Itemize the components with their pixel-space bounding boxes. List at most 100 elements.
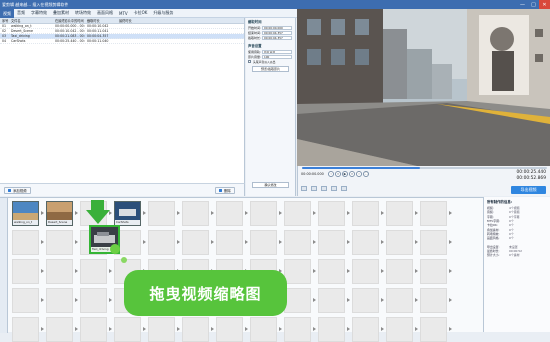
property-value-field[interactable]: 100 <box>262 54 292 59</box>
crop-icon[interactable] <box>321 186 327 191</box>
sequence-arrow-icon <box>381 240 384 244</box>
empty-slot[interactable] <box>318 317 345 342</box>
empty-slot[interactable] <box>284 317 311 342</box>
empty-slot[interactable] <box>284 201 311 226</box>
step-back-icon[interactable]: ‹ <box>328 171 334 177</box>
add-video-button[interactable]: 添加视频 <box>4 187 31 194</box>
empty-slot[interactable] <box>46 317 73 342</box>
empty-slot[interactable] <box>80 259 107 284</box>
empty-slot[interactable] <box>46 230 73 255</box>
empty-slot[interactable] <box>46 288 73 313</box>
empty-slot[interactable] <box>318 288 345 313</box>
empty-slot[interactable] <box>182 230 209 255</box>
empty-slot[interactable] <box>114 317 141 342</box>
empty-slot[interactable] <box>80 317 107 342</box>
empty-slot[interactable] <box>12 317 39 342</box>
empty-slot[interactable] <box>284 288 311 313</box>
share-icon[interactable] <box>341 186 347 191</box>
empty-slot[interactable] <box>386 230 413 255</box>
empty-slot[interactable] <box>148 201 175 226</box>
sequence-arrow-icon <box>143 240 146 244</box>
export-video-button[interactable]: 导出视频 <box>511 186 546 194</box>
fade-checkbox[interactable] <box>248 60 251 63</box>
preview-cut-button[interactable]: 预览/截取原片 <box>252 66 289 72</box>
seek-bar[interactable] <box>302 167 547 169</box>
close-button[interactable]: ✕ <box>539 0 550 9</box>
table-cell: 00:00:10.042 <box>87 24 109 28</box>
delete-button[interactable]: 删除 <box>215 187 235 194</box>
folder-icon[interactable] <box>301 186 307 191</box>
timeline-clip[interactable]: walking_on_t <box>12 201 39 226</box>
tab-audio[interactable]: 音频 <box>14 10 28 16</box>
tab-video[interactable]: 视频 <box>0 8 14 18</box>
property-value-field[interactable]: 00:00:04.357 <box>262 30 292 35</box>
sequence-arrow-icon <box>449 327 452 331</box>
empty-slot[interactable] <box>46 259 73 284</box>
step-forward-icon[interactable]: › <box>356 171 362 177</box>
empty-slot[interactable] <box>352 230 379 255</box>
empty-slot[interactable] <box>386 201 413 226</box>
tab-karaoke[interactable]: 卡拉OK <box>131 10 151 16</box>
sequence-arrow-icon <box>143 211 146 215</box>
maximize-button[interactable]: □ <box>528 0 539 9</box>
sequence-arrow-icon <box>75 211 78 215</box>
timeline-clip[interactable]: Desert_Scene <box>46 201 73 226</box>
tab-overlay-material[interactable]: 叠加素材 <box>50 10 72 16</box>
empty-slot[interactable] <box>182 201 209 226</box>
empty-slot[interactable] <box>216 201 243 226</box>
table-cell: 04 <box>2 39 7 43</box>
prev-icon[interactable]: « <box>335 171 341 177</box>
empty-slot[interactable] <box>80 288 107 313</box>
empty-slot[interactable] <box>12 288 39 313</box>
next-icon[interactable]: » <box>349 171 355 177</box>
empty-slot[interactable] <box>420 230 447 255</box>
empty-slot[interactable] <box>216 317 243 342</box>
empty-slot[interactable] <box>352 259 379 284</box>
street-scene-frame <box>297 9 550 166</box>
empty-slot[interactable] <box>420 288 447 313</box>
sequence-arrow-icon <box>381 298 384 302</box>
empty-slot[interactable] <box>284 259 311 284</box>
fade-checkbox-row[interactable]: 头尾声音淡入淡出 <box>246 59 295 64</box>
empty-slot[interactable] <box>216 230 243 255</box>
property-value-field[interactable]: 原片声音 <box>262 49 292 54</box>
empty-slot[interactable] <box>284 230 311 255</box>
empty-slot[interactable] <box>148 317 175 342</box>
empty-slot[interactable] <box>352 317 379 342</box>
property-value-field[interactable]: 00:00:04.357 <box>262 35 292 40</box>
empty-slot[interactable] <box>386 317 413 342</box>
empty-slot[interactable] <box>318 201 345 226</box>
fullscreen-icon[interactable]: ⛶ <box>363 171 369 177</box>
empty-slot[interactable] <box>250 201 277 226</box>
info-key: 画面风格: <box>487 236 500 241</box>
tab-mtv[interactable]: MTV <box>116 11 131 16</box>
empty-slot[interactable] <box>352 201 379 226</box>
empty-slot[interactable] <box>250 230 277 255</box>
empty-slot[interactable] <box>250 317 277 342</box>
empty-slot[interactable] <box>420 317 447 342</box>
screenshot-icon[interactable] <box>331 186 337 191</box>
empty-slot[interactable] <box>318 230 345 255</box>
video-preview[interactable] <box>297 9 550 166</box>
empty-slot[interactable] <box>12 230 39 255</box>
minimize-button[interactable]: — <box>517 0 528 9</box>
empty-slot[interactable] <box>386 259 413 284</box>
tab-upgrade-service[interactable]: 升级与服务 <box>150 10 176 16</box>
empty-slot[interactable] <box>352 288 379 313</box>
empty-slot[interactable] <box>12 259 39 284</box>
play-icon[interactable]: ▶ <box>342 171 348 177</box>
tab-transitions[interactable]: 转场特效 <box>72 10 94 16</box>
empty-slot[interactable] <box>386 288 413 313</box>
empty-slot[interactable] <box>148 230 175 255</box>
property-value-field[interactable]: 00:00:00.000 <box>262 25 292 30</box>
empty-slot[interactable] <box>420 201 447 226</box>
tab-picture-style[interactable]: 画面风格 <box>94 10 116 16</box>
empty-slot[interactable] <box>420 259 447 284</box>
film-icon[interactable] <box>311 186 317 191</box>
confirm-change-button[interactable]: 确认修改 <box>252 182 289 188</box>
table-row[interactable]: 04 CarShots 00:00:25.440 - 00:00:36.48000:… <box>0 39 244 44</box>
tab-subtitle-effects[interactable]: 字幕特效 <box>28 10 50 16</box>
timeline-clip[interactable]: CarShots <box>114 201 141 226</box>
empty-slot[interactable] <box>318 259 345 284</box>
empty-slot[interactable] <box>182 317 209 342</box>
